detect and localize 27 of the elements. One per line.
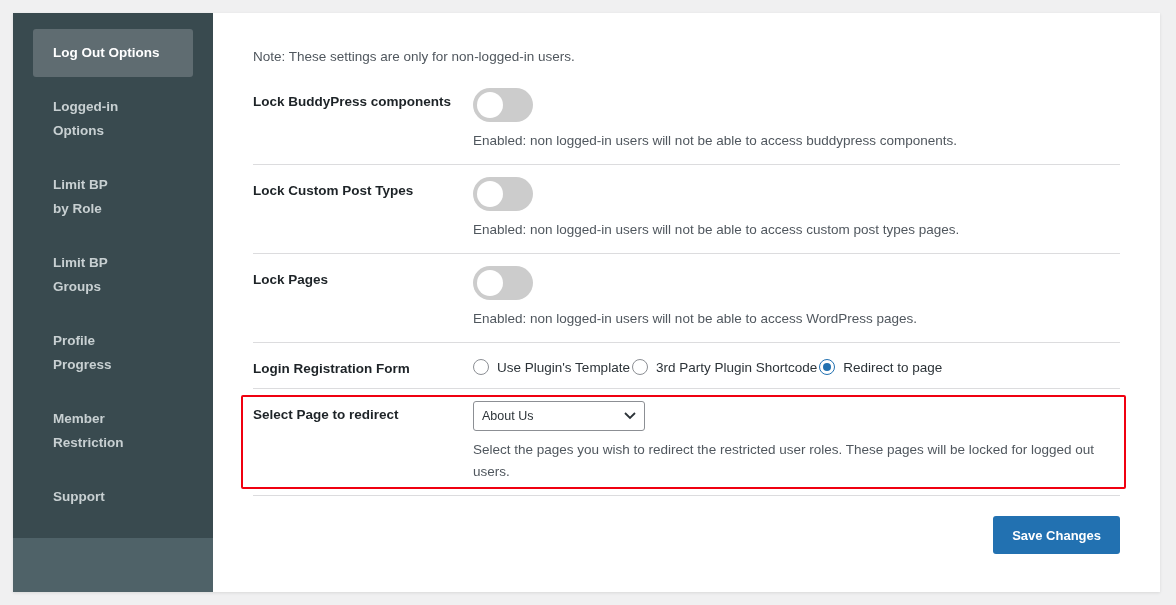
toggle-switch[interactable] xyxy=(473,88,533,122)
sidebar-item[interactable]: Profile Progress xyxy=(33,317,143,389)
sidebar-item[interactable]: Log Out Options xyxy=(33,29,193,77)
sidebar-item[interactable]: Support xyxy=(33,473,143,521)
setting-label: Login Registration Form xyxy=(253,360,411,376)
setting-description: Enabled: non logged-in users will not be able to access custom post types pages. xyxy=(473,221,961,239)
toggle-switch[interactable] xyxy=(473,266,533,300)
radio-option[interactable]: Redirect to page xyxy=(819,359,943,375)
sidebar-item[interactable]: Member Restriction xyxy=(33,395,143,467)
sidebar-item[interactable]: Limit BP by Role xyxy=(33,161,143,233)
radio-label: Use Plugin's Template xyxy=(497,359,630,375)
sidebar-item[interactable]: Logged-in Options xyxy=(33,83,143,155)
setting-description: Enabled: non logged-in users will not be able to access buddypress components. xyxy=(473,132,959,150)
note-text: Note: These settings are only for non-logged-in users. xyxy=(253,49,576,64)
save-button[interactable]: Save Changes xyxy=(993,516,1120,554)
chevron-down-icon xyxy=(624,412,636,420)
setting-label: Lock BuddyPress components xyxy=(253,93,453,111)
sidebar-item[interactable]: Limit BP Groups xyxy=(33,239,143,311)
setting-label: Lock Custom Post Types xyxy=(253,182,415,200)
page-select[interactable]: About Us xyxy=(473,401,645,431)
setting-label: Select Page to redirect xyxy=(253,406,400,424)
radio-option[interactable]: Use Plugin's Template xyxy=(473,359,630,375)
setting-label: Lock Pages xyxy=(253,271,330,289)
setting-description: Select the pages you wish to redirect the restricted user roles. These pages will be locked for logged out users. xyxy=(473,441,1096,481)
setting-description: Enabled: non logged-in users will not be able to access WordPress pages. xyxy=(473,310,918,328)
toggle-switch[interactable] xyxy=(473,177,533,211)
radio-label: Redirect to page xyxy=(843,359,943,375)
